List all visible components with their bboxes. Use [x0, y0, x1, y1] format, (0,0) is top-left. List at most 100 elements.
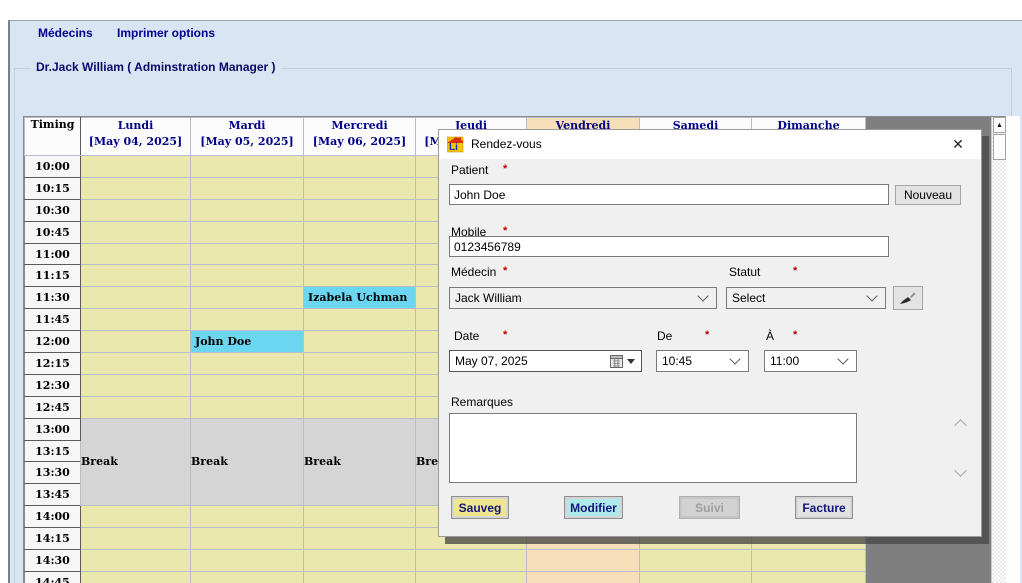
slot-cell[interactable] [81, 374, 191, 396]
slot-cell[interactable] [191, 177, 304, 199]
slot-cell[interactable] [304, 199, 416, 221]
slot-cell[interactable] [81, 353, 191, 375]
slot-cell[interactable] [304, 156, 416, 178]
slot-cell[interactable] [640, 571, 752, 583]
de-time-value: 10:45 [657, 354, 731, 368]
date-picker[interactable]: May 07, 2025 [449, 350, 642, 372]
slot-cell[interactable] [191, 156, 304, 178]
slot-cell[interactable] [191, 265, 304, 287]
slot-cell[interactable] [81, 396, 191, 418]
slot-cell[interactable] [81, 156, 191, 178]
chevron-down-icon [697, 290, 708, 301]
scroll-up-arrow-icon[interactable]: ▲ [993, 117, 1006, 133]
slot-cell[interactable] [527, 550, 640, 572]
day-name: Mardi [191, 118, 303, 134]
patient-input[interactable] [449, 184, 889, 205]
slot-cell[interactable] [81, 243, 191, 265]
slot-cell[interactable] [81, 177, 191, 199]
dialog-titlebar[interactable]: Li Rendez-vous ✕ [439, 130, 981, 159]
appointment-cell[interactable]: Izabela Uchman [304, 287, 416, 309]
chevron-down-icon [729, 353, 740, 364]
slot-cell[interactable] [304, 331, 416, 353]
slot-cell[interactable] [304, 221, 416, 243]
slot-cell[interactable] [81, 550, 191, 572]
menu-item-medecins[interactable]: Médecins [38, 26, 93, 40]
time-cell: 13:30 [25, 462, 81, 484]
slot-cell[interactable] [191, 506, 304, 528]
chevron-down-icon [837, 353, 848, 364]
invoice-button[interactable]: Facture [795, 496, 853, 519]
slot-cell[interactable] [191, 374, 304, 396]
remarques-textarea[interactable] [449, 413, 857, 483]
a-time-select[interactable]: 11:00 [764, 350, 857, 372]
a-label: À [766, 329, 774, 343]
time-cell: 11:30 [25, 287, 81, 309]
break-cell: Break [304, 418, 416, 506]
slot-cell[interactable] [304, 265, 416, 287]
slot-cell[interactable] [304, 309, 416, 331]
slot-cell[interactable] [81, 265, 191, 287]
close-icon[interactable]: ✕ [943, 134, 973, 155]
day-name: Lundi [81, 118, 190, 134]
textarea-scroll-up-icon[interactable] [954, 419, 967, 432]
day-date: [May 06, 2025] [304, 134, 415, 150]
slot-cell[interactable] [81, 331, 191, 353]
slot-cell[interactable] [304, 396, 416, 418]
slot-cell[interactable] [304, 243, 416, 265]
scrollbar-thumb[interactable] [993, 134, 1006, 160]
textarea-scroll-down-icon[interactable] [954, 464, 967, 477]
slot-cell[interactable] [81, 571, 191, 583]
slot-cell[interactable] [752, 550, 866, 572]
slot-cell[interactable] [304, 528, 416, 550]
slot-cell[interactable] [81, 528, 191, 550]
statut-select[interactable]: Select [726, 287, 886, 309]
slot-cell[interactable] [81, 506, 191, 528]
slot-cell[interactable] [304, 353, 416, 375]
slot-cell[interactable] [191, 243, 304, 265]
slot-cell[interactable] [304, 550, 416, 572]
date-picker-value: May 07, 2025 [450, 354, 610, 368]
remarques-label: Remarques [451, 395, 513, 409]
slot-cell[interactable] [191, 550, 304, 572]
slot-cell[interactable] [81, 287, 191, 309]
slot-cell[interactable] [416, 550, 527, 572]
slot-cell[interactable] [416, 571, 527, 583]
menu-item-imprimer-options[interactable]: Imprimer options [117, 26, 215, 40]
vertical-scrollbar[interactable]: ▲ [991, 117, 1007, 583]
slot-cell[interactable] [81, 199, 191, 221]
slot-cell[interactable] [191, 353, 304, 375]
medecin-select[interactable]: Jack William [449, 287, 717, 309]
slot-cell[interactable] [191, 221, 304, 243]
slot-cell[interactable] [527, 571, 640, 583]
slot-cell[interactable] [752, 571, 866, 583]
slot-cell[interactable] [191, 309, 304, 331]
grid-right-margin [1006, 116, 1020, 583]
slot-cell[interactable] [304, 177, 416, 199]
slot-cell[interactable] [191, 528, 304, 550]
slot-cell[interactable] [81, 309, 191, 331]
slot-cell[interactable] [81, 221, 191, 243]
app-window: Médecins Imprimer options Dr.Jack Willia… [8, 20, 1022, 583]
slot-cell[interactable] [191, 199, 304, 221]
de-time-select[interactable]: 10:45 [656, 350, 749, 372]
nouveau-button[interactable]: Nouveau [895, 185, 961, 205]
slot-cell[interactable] [191, 396, 304, 418]
calendar-icon [610, 355, 623, 368]
slot-cell[interactable] [640, 550, 752, 572]
mobile-input[interactable] [449, 236, 889, 257]
slot-cell[interactable] [191, 287, 304, 309]
color-brush-button[interactable] [893, 286, 923, 310]
slot-cell[interactable] [304, 374, 416, 396]
time-cell: 10:30 [25, 199, 81, 221]
svg-text:Li: Li [449, 142, 458, 153]
save-button[interactable]: Sauveg [451, 496, 509, 519]
chevron-down-icon [866, 290, 877, 301]
appointment-cell[interactable]: John Doe [191, 331, 304, 353]
slot-cell[interactable] [191, 571, 304, 583]
slot-cell[interactable] [304, 571, 416, 583]
modify-button[interactable]: Modifier [564, 496, 623, 519]
patient-label: Patient [451, 163, 488, 177]
slot-cell[interactable] [304, 506, 416, 528]
statut-select-value: Select [727, 291, 868, 305]
day-date: [May 05, 2025] [191, 134, 303, 150]
